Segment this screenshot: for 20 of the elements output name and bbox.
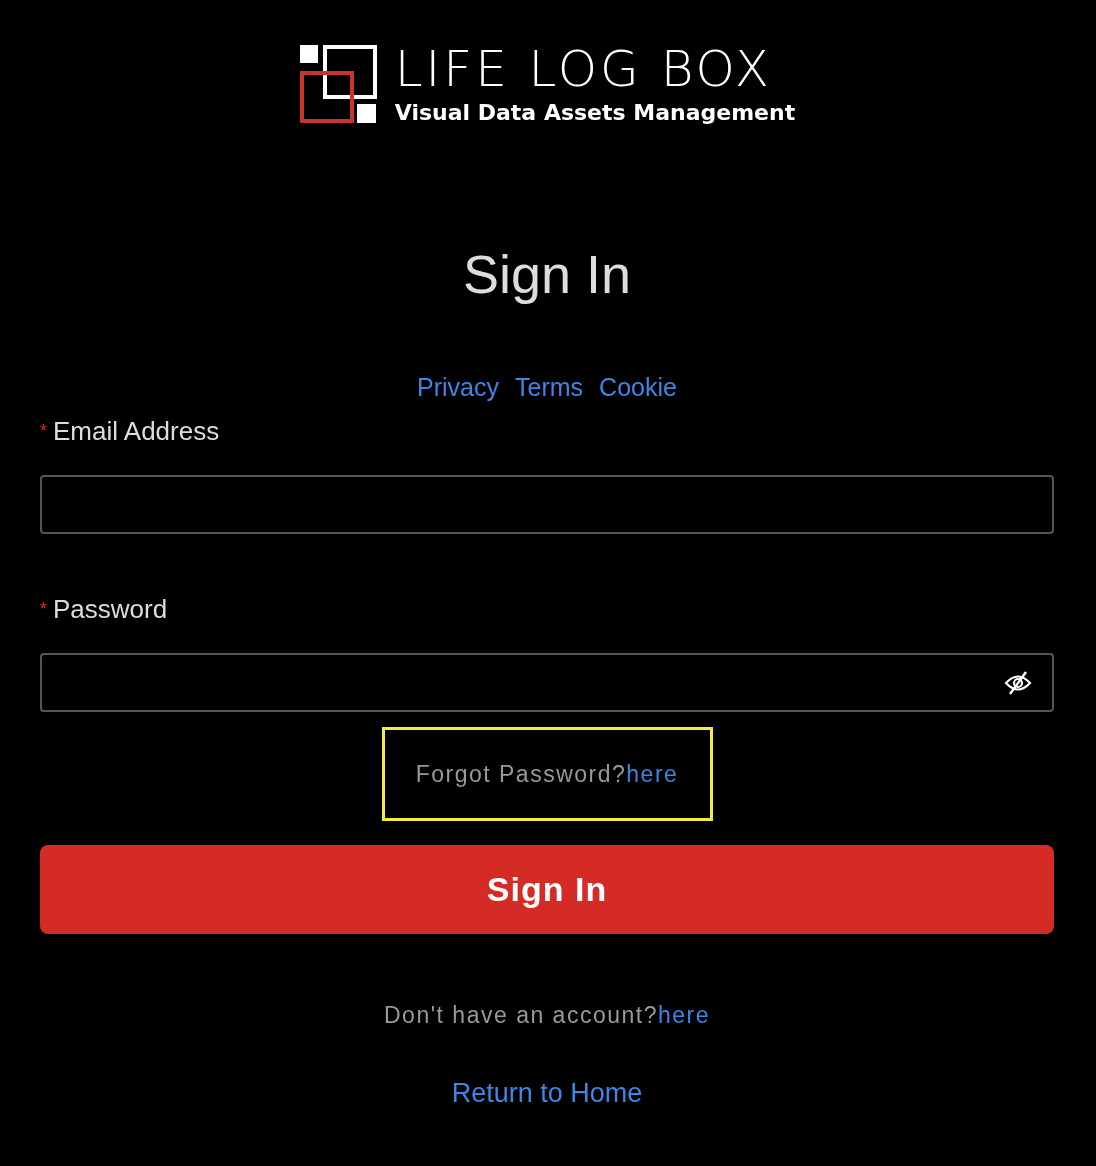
forgot-password-text: Forgot Password?here <box>415 760 679 790</box>
logo-icon <box>298 44 379 124</box>
logo-title: LIFE LOG BOX <box>394 44 773 94</box>
field-label: Password <box>53 593 168 627</box>
policy-link[interactable]: Cookie <box>599 368 677 407</box>
page-heading: Sign In <box>462 243 632 306</box>
forgot-password-link[interactable]: here <box>626 761 679 788</box>
eye-slash-icon[interactable] <box>1004 669 1032 696</box>
required-mark: * <box>40 420 47 444</box>
return-home-link[interactable]: Return to Home <box>451 1072 643 1114</box>
signup-link[interactable]: here <box>657 1002 710 1029</box>
password-field[interactable] <box>40 653 1054 713</box>
field-label: Email Address <box>53 415 220 449</box>
email-field[interactable] <box>40 475 1054 535</box>
signup-text: Don't have an account?here <box>384 1001 710 1031</box>
sign-in-button[interactable]: Sign In <box>40 845 1054 935</box>
required-mark: * <box>40 598 47 622</box>
policy-link[interactable]: Privacy <box>417 368 500 407</box>
logo-subtitle: Visual Data Assets Management <box>394 102 796 124</box>
policy-link[interactable]: Terms <box>515 368 584 407</box>
